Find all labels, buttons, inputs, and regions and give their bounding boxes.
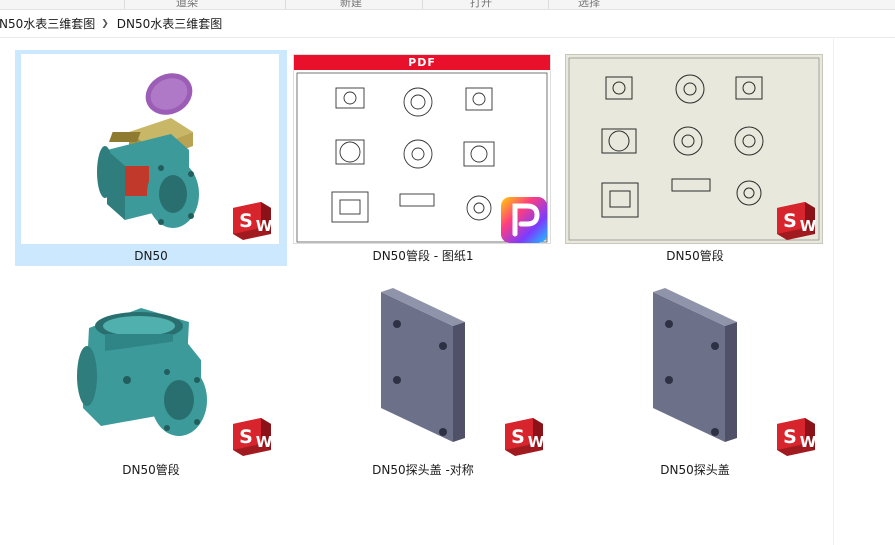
breadcrumb: N50水表三维套图 ❯ DN50水表三维套图 bbox=[0, 10, 895, 38]
file-tile-dn50-probe-cover[interactable]: DN50探头盖 bbox=[559, 264, 831, 480]
vertical-scrollbar[interactable] bbox=[833, 38, 834, 545]
toolbar-strip: 道染 新建 打开 选择 bbox=[0, 0, 895, 10]
solidworks-icon bbox=[773, 198, 817, 242]
file-tile-dn50-probe-cover-symmetric[interactable]: DN50探头盖 -对称 bbox=[287, 264, 559, 480]
solidworks-icon bbox=[773, 414, 817, 458]
file-name: DN50探头盖 bbox=[660, 463, 730, 477]
pdf-header: PDF bbox=[294, 55, 550, 70]
file-name: DN50管段 - 图纸1 bbox=[372, 249, 474, 263]
breadcrumb-item-parent[interactable]: N50水表三维套图 bbox=[0, 15, 95, 32]
file-tile-dn50-pipe-part[interactable]: DN50管段 bbox=[15, 264, 287, 480]
toolbar-segment[interactable]: 新建 bbox=[340, 0, 362, 10]
file-tile-dn50-pipe-drawing[interactable]: DN50管段 bbox=[559, 50, 831, 266]
file-name: DN50管段 bbox=[666, 249, 724, 263]
toolbar-segment[interactable]: 打开 bbox=[470, 0, 492, 10]
solidworks-icon bbox=[229, 198, 273, 242]
file-grid: DN50 PDF DN50管段 - 图纸1 DN50管段 DN50管段 DN50… bbox=[0, 38, 833, 545]
toolbar-segment[interactable]: 选择 bbox=[578, 0, 600, 10]
file-tile-dn50[interactable]: DN50 bbox=[15, 50, 287, 266]
chevron-right-icon[interactable]: ❯ bbox=[101, 19, 109, 29]
file-name: DN50探头盖 -对称 bbox=[372, 463, 474, 477]
solidworks-icon bbox=[229, 414, 273, 458]
file-tile-dn50-drawing-pdf[interactable]: PDF DN50管段 - 图纸1 bbox=[287, 50, 559, 266]
file-name: DN50管段 bbox=[122, 463, 180, 477]
file-name: DN50 bbox=[15, 246, 287, 266]
breadcrumb-item-current[interactable]: DN50水表三维套图 bbox=[117, 15, 223, 32]
toolbar-segment[interactable]: 道染 bbox=[176, 0, 198, 10]
solidworks-icon bbox=[501, 414, 545, 458]
pdf-app-icon bbox=[501, 197, 547, 243]
